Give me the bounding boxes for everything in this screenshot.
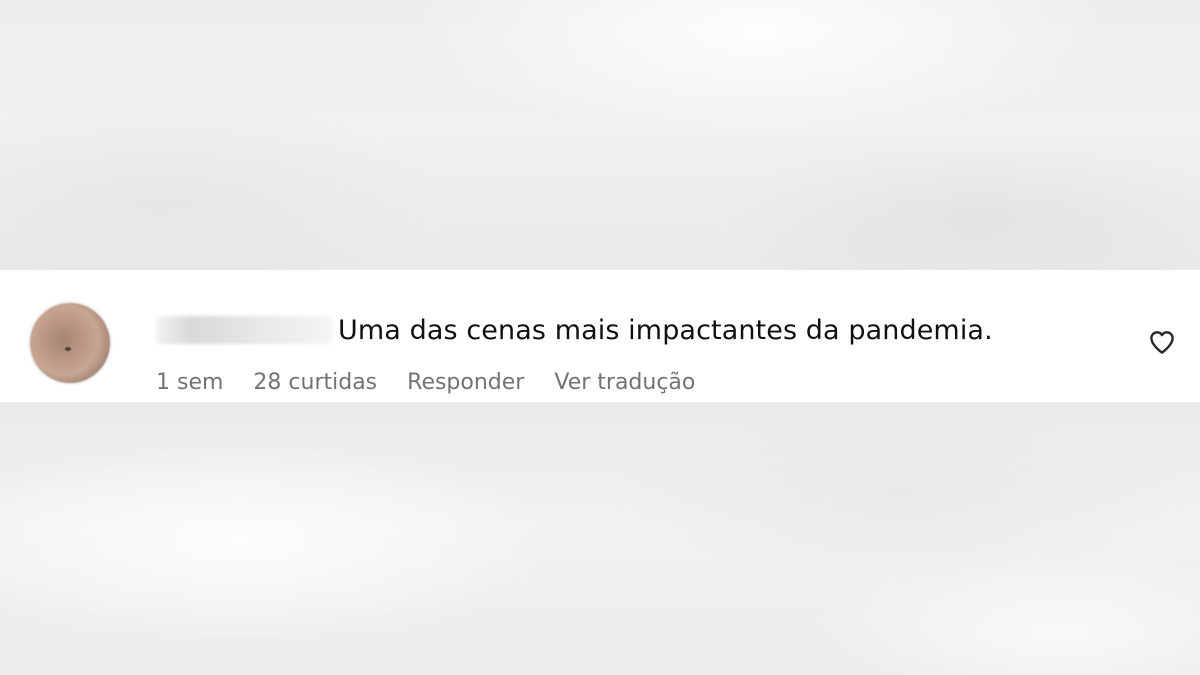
comment-text: Uma das cenas mais impactantes da pandem… [338, 314, 993, 346]
comment-time[interactable]: 1 sem [156, 370, 223, 395]
heart-outline-icon [1150, 331, 1174, 354]
comment-meta: 1 sem 28 curtidas Responder Ver tradução [156, 370, 725, 395]
username-blurred[interactable] [156, 316, 332, 344]
reply-button[interactable]: Responder [407, 370, 524, 395]
like-button[interactable] [1145, 325, 1179, 359]
comment-body: Uma das cenas mais impactantes da pandem… [156, 310, 993, 350]
blurred-background-top [0, 0, 1200, 270]
blurred-background-bottom [0, 402, 1200, 675]
see-translation-button[interactable]: Ver tradução [554, 370, 695, 395]
avatar[interactable] [30, 303, 110, 383]
comment-item: Uma das cenas mais impactantes da pandem… [0, 270, 1200, 402]
likes-count-link[interactable]: 28 curtidas [253, 370, 377, 395]
